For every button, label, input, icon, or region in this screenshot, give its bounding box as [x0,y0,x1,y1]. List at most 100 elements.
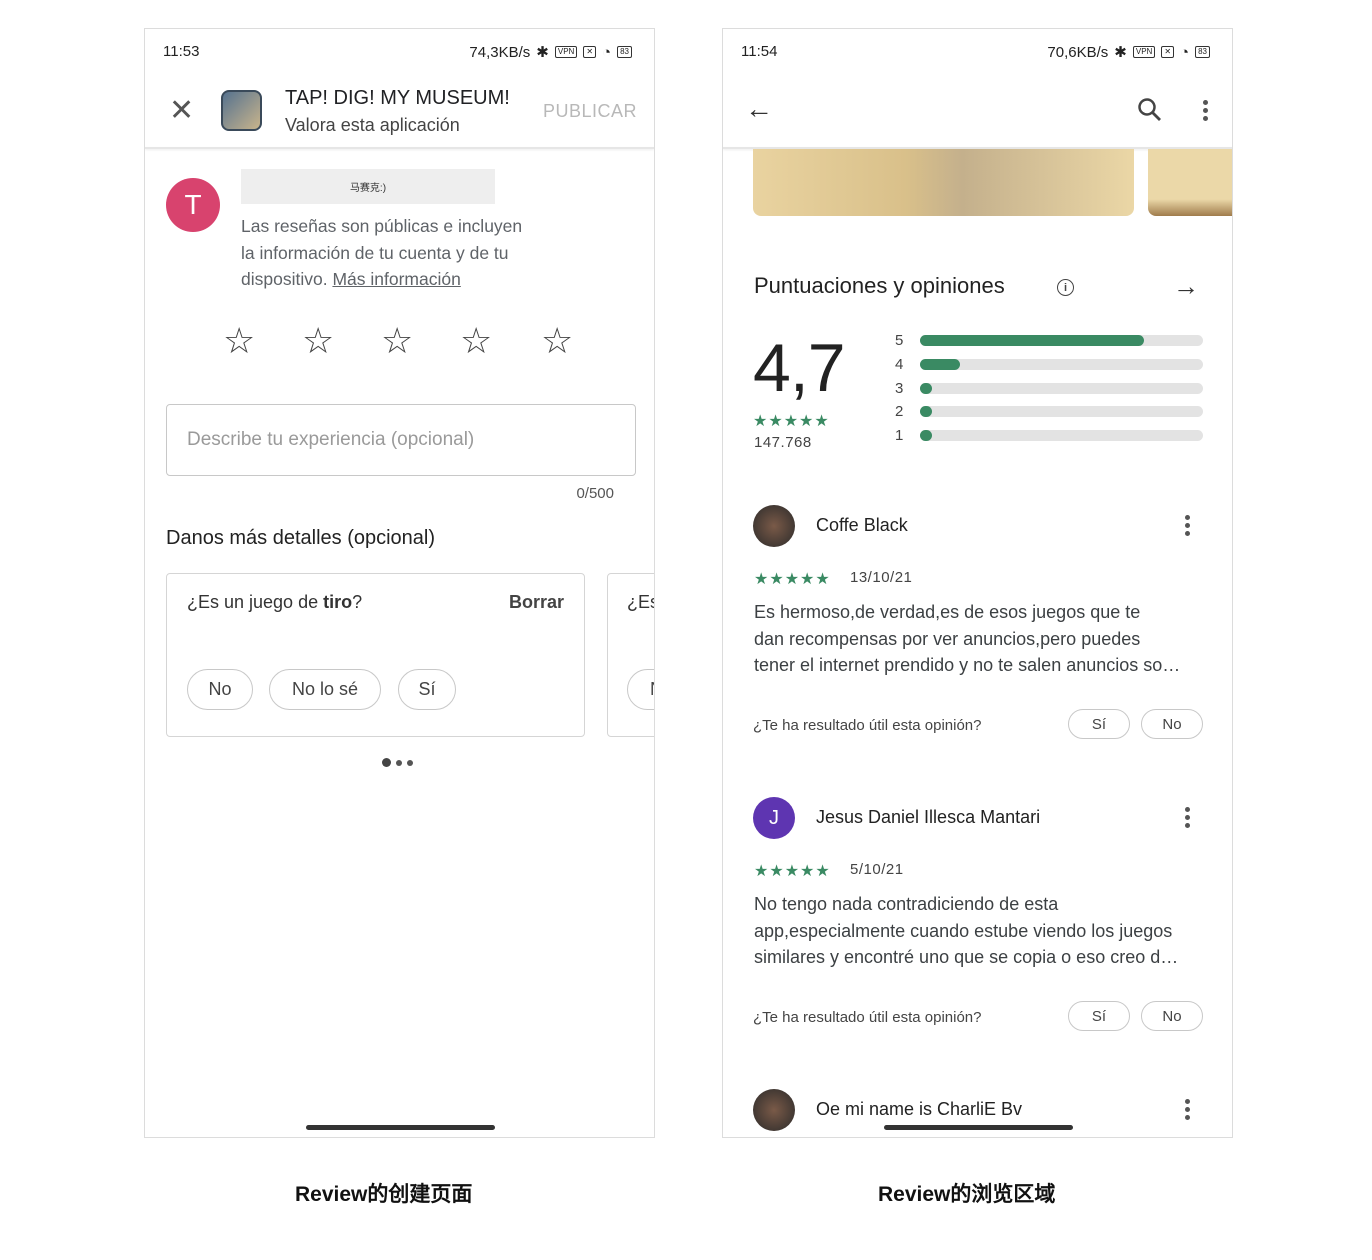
rating-bar-4 [920,358,1203,370]
user-avatar: T [166,178,220,232]
rating-bar-label: 5 [895,332,904,349]
publish-button[interactable]: PUBLICAR [543,101,637,122]
question-card: ¿Es un juego de tiro? Borrar No No lo sé… [166,573,585,737]
rating-count: 147.768 [754,434,812,451]
reviewer-name: Oe mi name is CharliE Bv [816,1099,1023,1119]
notice-line: Las reseñas son públicas e incluyen [241,216,523,236]
vpn-icon: VPN [1132,46,1156,58]
char-counter: 0/500 [576,485,614,502]
screenshot-thumbnail[interactable] [1148,149,1232,216]
search-icon[interactable] [1137,97,1163,123]
app-title: TAP! DIG! MY MUSEUM! [285,87,510,109]
review-date: 5/10/21 [850,861,904,878]
app-icon [221,90,262,131]
star-2-button[interactable]: ☆ [302,323,334,359]
star-3-button[interactable]: ☆ [381,323,413,359]
helpful-yes-button[interactable]: Sí [1068,1001,1130,1031]
star-5-button[interactable]: ☆ [541,323,573,359]
notice-line: dispositivo. [241,269,333,289]
pagination-dots [382,758,413,767]
status-time: 11:54 [741,43,778,60]
home-indicator[interactable] [306,1125,495,1130]
arrow-right-icon[interactable]: → [1173,271,1199,302]
network-speed: 74,3KB/s [469,43,531,61]
details-title: Danos más detalles (opcional) [166,527,436,549]
review-more-icon[interactable] [1185,1099,1191,1120]
bluetooth-icon: ✱ [1114,44,1127,61]
sim-off-icon: ✕ [583,46,597,58]
rating-bar-label: 3 [895,379,904,397]
rating-bar-3 [920,382,1203,394]
next-question-card[interactable]: ¿Es N [607,573,654,737]
rating-stars: ★★★★★ [753,413,830,430]
review-line: No tengo nada contradiciendo de esta [754,894,1059,914]
app-subtitle: Valora esta aplicación [285,115,460,135]
clear-button[interactable]: Borrar [509,592,564,613]
option-yes-chip[interactable]: Sí [398,669,456,710]
review-text-input[interactable]: Describe tu experiencia (opcional) [166,404,636,476]
reviewer-name: Jesus Daniel Illesca Mantari [816,807,1041,827]
helpful-no-button[interactable]: No [1141,1001,1203,1031]
rating-bar-1 [920,430,1203,442]
rating-bar-label: 1 [895,427,904,445]
reviewer-avatar [753,505,795,547]
privacy-notice: Las reseñas son públicas e incluyen la i… [241,213,522,293]
sim-off-icon: ✕ [1161,46,1175,58]
helpful-question: ¿Te ha resultado útil esta opinión? [753,1009,982,1026]
question-text: ¿Es un juego de tiro? [187,592,363,612]
rating-bar-fill [920,406,932,418]
review-stars: ★★★★★ [754,571,831,588]
home-indicator[interactable] [884,1125,1073,1130]
option-no-chip[interactable]: No [187,669,253,710]
bluetooth-icon: ✱ [536,44,549,61]
wifi-icon: ◔ [1180,43,1190,61]
star-4-button[interactable]: ☆ [460,323,492,359]
battery-icon: 83 [617,46,632,58]
ratings-title: Puntuaciones y opiniones [754,273,1005,298]
helpful-no-button[interactable]: No [1141,709,1203,739]
review-line: tener el internet prendido y no te salen… [754,655,1181,675]
rating-bar-fill [920,335,1144,346]
rating-bar-fill [920,430,932,442]
review-text: No tengo nada contradiciendo de esta app,… [754,891,1204,971]
close-icon[interactable]: ✕ [169,93,194,128]
caption-right: Review的浏览区域 [878,1183,1056,1206]
vpn-icon: VPN [554,46,578,58]
status-bar: 11:54 70,6KB/s ✱ VPN ✕ ◔ 83 [741,43,1210,63]
option-dont-know-chip[interactable]: No lo sé [269,669,381,710]
review-line: similares y encontré uno que se copia o … [754,947,1179,967]
rating-score: 4,7 [753,330,846,406]
rating-bar-fill [920,382,932,394]
more-options-icon[interactable] [1203,100,1209,121]
reviewer-avatar [753,1089,795,1131]
rating-bar-2 [920,406,1203,418]
review-more-icon[interactable] [1185,515,1191,536]
wifi-icon: ◔ [602,43,612,61]
review-input-placeholder: Describe tu experiencia (opcional) [187,429,475,450]
back-arrow-icon[interactable]: ← [745,93,773,125]
reviewer-avatar: J [753,797,795,839]
caption-left: Review的创建页面 [295,1183,473,1206]
review-date: 13/10/21 [850,569,913,586]
option-chip[interactable]: N [627,669,654,710]
more-info-link[interactable]: Más información [332,269,460,289]
question-text: ¿Es [627,592,654,612]
battery-icon: 83 [1195,46,1210,58]
review-line: app,especialmente cuando estube viendo l… [754,920,1173,941]
review-browse-screen: 11:54 70,6KB/s ✱ VPN ✕ ◔ 83 ← Puntuacion… [722,28,1233,1138]
review-stars: ★★★★★ [754,863,831,880]
star-1-button[interactable]: ☆ [223,323,255,359]
helpful-yes-button[interactable]: Sí [1068,709,1130,739]
rating-bar-5 [920,335,1203,346]
notice-line: la información de tu cuenta y de tu [241,242,509,263]
rating-bar-label: 2 [895,403,904,421]
screenshot-thumbnail[interactable] [753,149,1134,216]
network-speed: 70,6KB/s [1047,43,1109,61]
rating-bar-fill [920,358,960,370]
info-icon[interactable]: i [1057,279,1074,296]
status-bar: 11:53 74,3KB/s ✱ VPN ✕ ◔ 83 [163,43,632,63]
status-time: 11:53 [163,43,200,60]
reviewer-name: Coffe Black [816,515,908,535]
rating-bar-label: 4 [895,355,904,373]
review-more-icon[interactable] [1185,807,1191,828]
